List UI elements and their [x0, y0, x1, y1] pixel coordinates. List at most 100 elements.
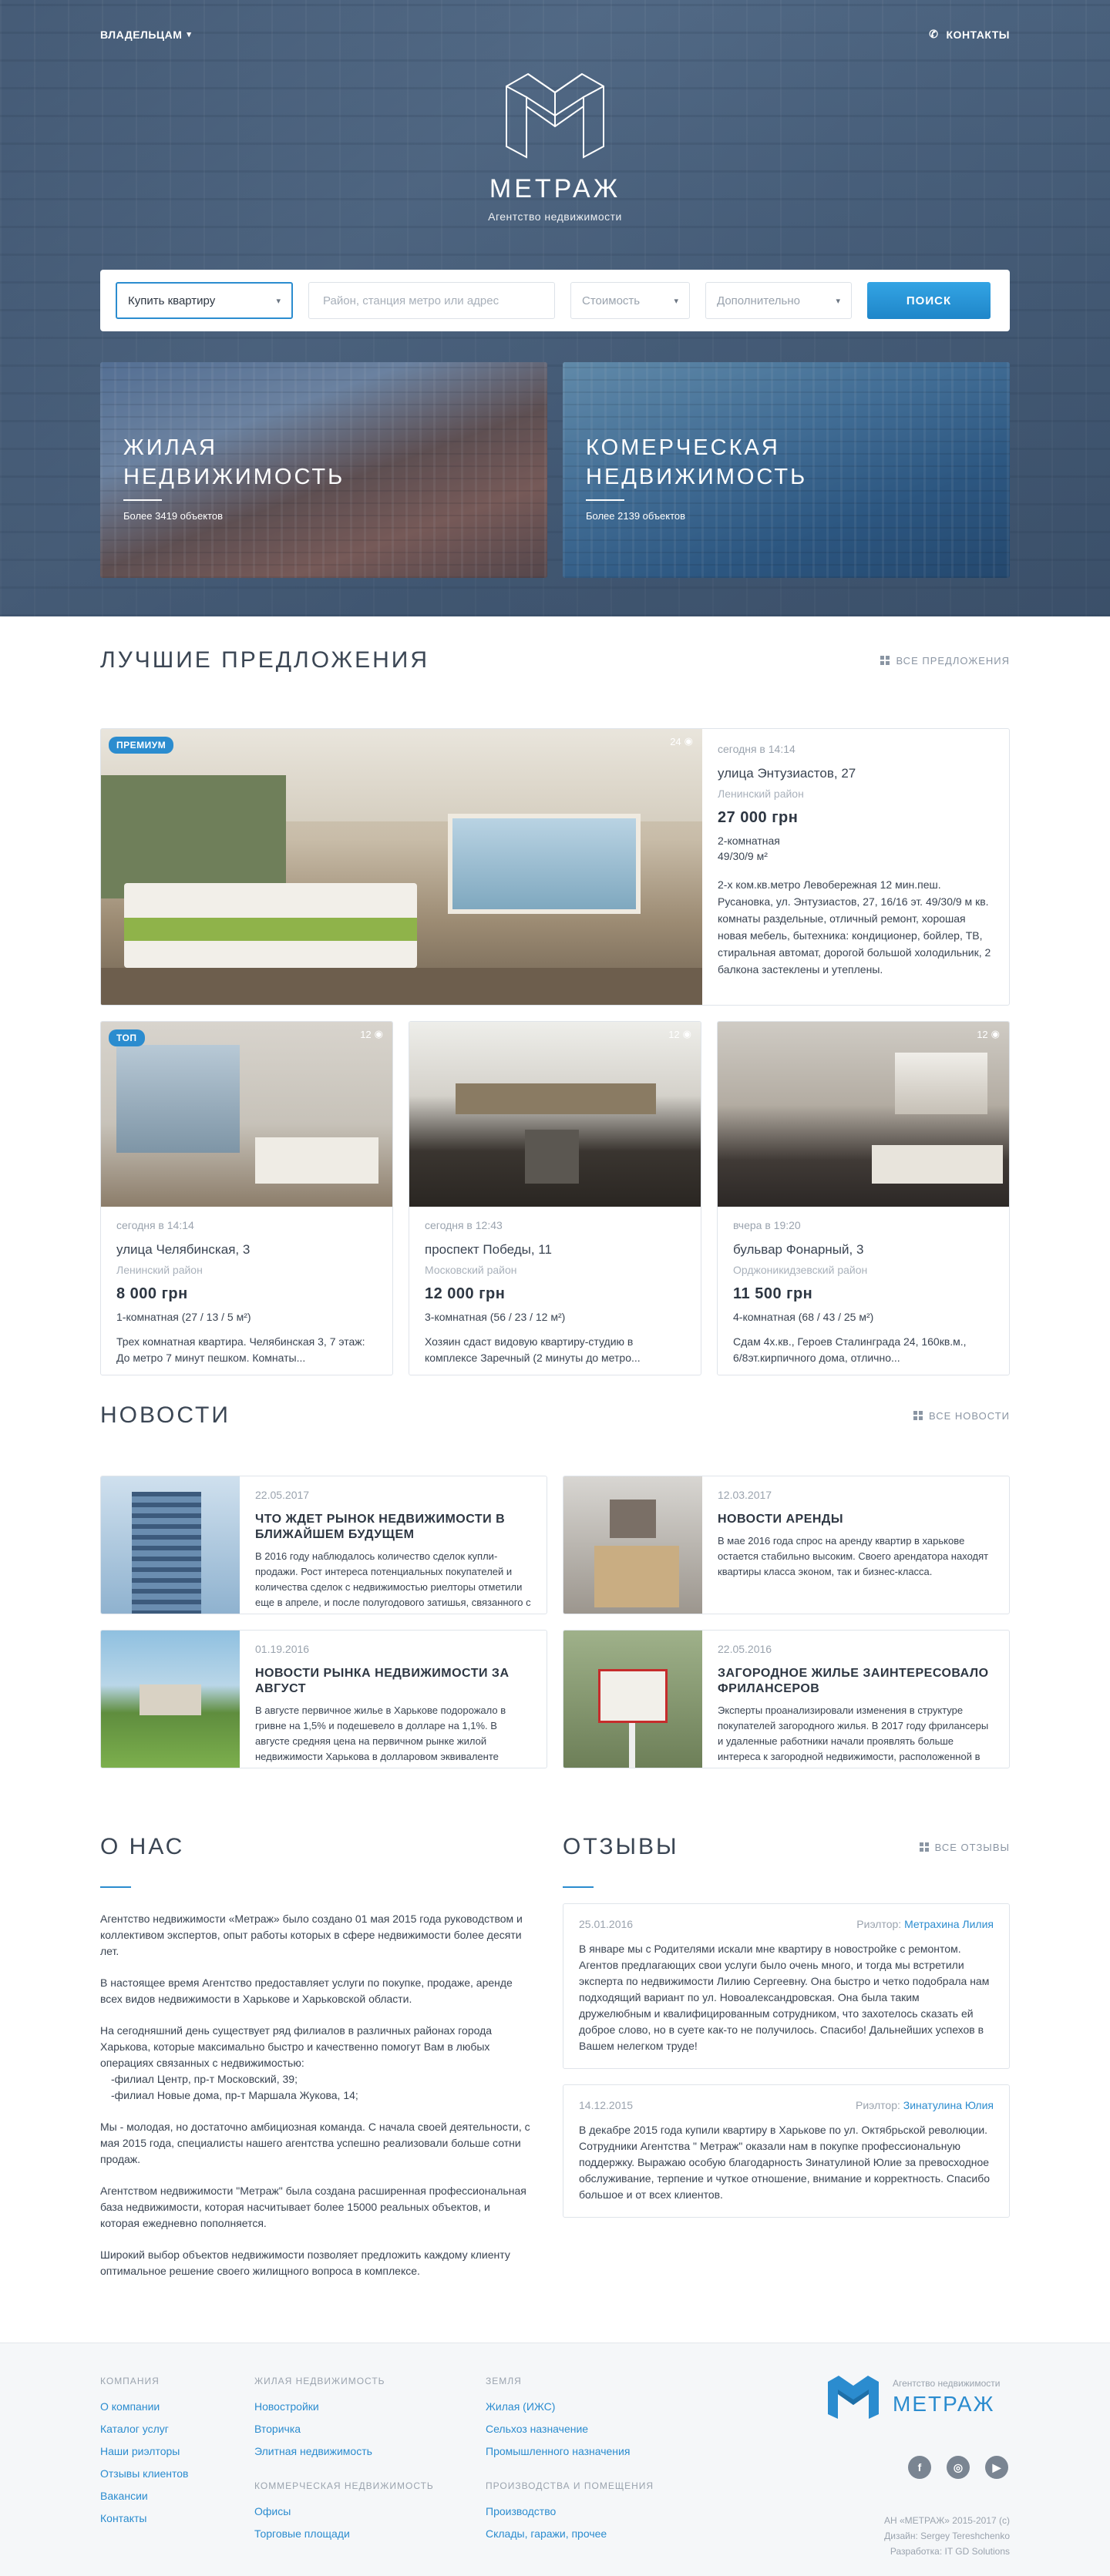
- category-count: Более 2139 объектов: [586, 510, 686, 522]
- footer-logo[interactable]: Агентство недвижимости МЕТРАЖ: [825, 2374, 1001, 2420]
- facebook-icon[interactable]: f: [908, 2456, 931, 2479]
- camera-icon: ◉: [991, 1028, 1000, 1039]
- footer-link[interactable]: О компании: [100, 2400, 188, 2413]
- house-model-photo: [563, 1476, 702, 1614]
- chevron-down-icon: ▾: [674, 296, 678, 306]
- offer-price: 27 000 грн: [718, 809, 799, 826]
- news-card[interactable]: 01.19.2016 НОВОСТИ РЫНКА НЕДВИЖИМОСТИ ЗА…: [100, 1630, 547, 1768]
- grid-icon: [880, 656, 890, 665]
- footer-production: ПРОИЗВОДСТВА И ПОМЕЩЕНИЯ Производство Ск…: [486, 2480, 654, 2540]
- extra-filters-select[interactable]: Дополнительно ▾: [705, 282, 852, 319]
- footer-link[interactable]: Склады, гаражи, прочее: [486, 2527, 654, 2540]
- footer-link[interactable]: Элитная недвижимость: [254, 2445, 385, 2457]
- offer-price: 12 000 грн: [425, 1285, 506, 1302]
- footer-company: КОМПАНИЯ О компании Каталог услуг Наши р…: [100, 2376, 189, 2524]
- review-date: 25.01.2016: [579, 1918, 634, 1930]
- owners-label: ВЛАДЕЛЬЦАМ: [100, 28, 183, 41]
- review-author-link[interactable]: Метрахина Лилия: [904, 1918, 994, 1930]
- news-title: НОВОСТИ АРЕНДЫ: [718, 1513, 843, 1526]
- offer-description: Трех комнатная квартира. Челябинская 3, …: [116, 1335, 365, 1364]
- news-text: В августе первичное жилье в Харькове под…: [255, 1704, 506, 1768]
- all-offers-link[interactable]: ВСЕ ПРЕДЛОЖЕНИЯ: [880, 655, 1010, 667]
- photo-count: 12 ◉: [977, 1028, 1000, 1040]
- all-reviews-link[interactable]: ВСЕ ОТЗЫВЫ: [919, 1842, 1010, 1853]
- footer-link[interactable]: Жилая (ИЖС): [486, 2400, 630, 2413]
- news-date: 12.03.2017: [718, 1489, 772, 1501]
- search-button[interactable]: ПОИСК: [867, 282, 991, 319]
- offer-price: 11 500 грн: [733, 1285, 813, 1302]
- offer-street: бульвар Фонарный, 3: [733, 1242, 864, 1257]
- chevron-down-icon: ▾: [836, 296, 840, 306]
- offer-rooms: 3-комнатная (56 / 23 / 12 м²): [425, 1311, 566, 1323]
- offer-card[interactable]: ТОП 12 ◉ сегодня в 14:14 улица Челябинска…: [100, 1021, 393, 1375]
- logo[interactable]: МЕТРАЖ Агентство недвижимости: [0, 69, 1110, 223]
- review-card: 14.12.2015 Риэлтор: Зинатулина Юлия В де…: [563, 2084, 1010, 2218]
- offer-card[interactable]: 12 ◉ вчера в 19:20 бульвар Фонарный, 3 Ор…: [717, 1021, 1010, 1375]
- review-date: 14.12.2015: [579, 2099, 634, 2111]
- footer-link[interactable]: Новостройки: [254, 2400, 385, 2413]
- credits: АН «МЕТРАЖ» 2015-2017 (с) Дизайн: Sergey…: [883, 2515, 1010, 2557]
- news-card[interactable]: 22.05.2016 ЗАГОРОДНОЕ ЖИЛЬЕ ЗАИНТЕРЕСОВА…: [563, 1630, 1010, 1768]
- footer-link[interactable]: Вторичка: [254, 2423, 385, 2435]
- news-section: НОВОСТИ ВСЕ НОВОСТИ 22.05.2017 ЧТО ЖДЕТ …: [0, 1402, 1110, 1834]
- news-text: Эксперты проанализировали изменения в ст…: [718, 1704, 989, 1768]
- section-title: НОВОСТИ: [100, 1402, 230, 1428]
- best-offers-section: ЛУЧШИЕ ПРЕДЛОЖЕНИЯ ВСЕ ПРЕДЛОЖЕНИЯ ПРЕМИ…: [0, 616, 1110, 1402]
- footer-land: ЗЕМЛЯ Жилая (ИЖС) Сельхоз назначение Про…: [486, 2376, 631, 2457]
- section-title: ЛУЧШИЕ ПРЕДЛОЖЕНИЯ: [100, 647, 430, 673]
- footer: КОМПАНИЯ О компании Каталог услуг Наши р…: [0, 2343, 1110, 2576]
- contacts-label: КОНТАКТЫ: [946, 28, 1010, 41]
- contacts-link[interactable]: ✆ КОНТАКТЫ: [929, 28, 1010, 41]
- offer-price: 8 000 грн: [116, 1285, 188, 1302]
- building-photo: [101, 1476, 240, 1614]
- offer-card[interactable]: 12 ◉ сегодня в 12:43 проспект Победы, 11 …: [409, 1021, 701, 1375]
- deal-type-select[interactable]: Купить квартиру ▾: [116, 282, 293, 319]
- footer-link[interactable]: Торговые площади: [254, 2527, 434, 2540]
- footer-link[interactable]: Производство: [486, 2505, 654, 2517]
- news-text: В мае 2016 года спрос на аренду квартир …: [718, 1535, 989, 1577]
- price-select[interactable]: Стоимость ▾: [570, 282, 690, 319]
- section-title: ОТЗЫВЫ: [563, 1834, 679, 1859]
- youtube-icon[interactable]: ▶: [985, 2456, 1008, 2479]
- offer-street: улица Челябинская, 3: [116, 1242, 251, 1257]
- photo-count: 12 ◉: [360, 1028, 383, 1040]
- owners-menu[interactable]: ВЛАДЕЛЬЦАМ ▾: [100, 29, 191, 41]
- top-badge: ТОП: [109, 1029, 145, 1046]
- footer-link[interactable]: Вакансии: [100, 2490, 188, 2502]
- reviews-block: ОТЗЫВЫ ВСЕ ОТЗЫВЫ 25.01.2016 Риэлтор: Ме…: [563, 1834, 1010, 2218]
- footer-link[interactable]: Отзывы клиентов: [100, 2467, 188, 2480]
- footer-link[interactable]: Контакты: [100, 2512, 188, 2524]
- footer-link[interactable]: Промышленного назначения: [486, 2445, 630, 2457]
- kitchen-photo: 12 ◉: [409, 1022, 701, 1207]
- category-cards: Жилая недвижимость Более 3419 объектов К…: [100, 362, 1010, 578]
- offer-street: проспект Победы, 11: [425, 1242, 552, 1257]
- footer-link[interactable]: Каталог услуг: [100, 2423, 188, 2435]
- offer-district: Ленинский район: [718, 788, 804, 800]
- all-news-link[interactable]: ВСЕ НОВОСТИ: [913, 1410, 1010, 1422]
- instagram-icon[interactable]: ◎: [947, 2456, 970, 2479]
- footer-link[interactable]: Наши риэлторы: [100, 2445, 188, 2457]
- offer-rooms: 1-комнатная (27 / 13 / 5 м²): [116, 1311, 251, 1323]
- category-title: Жилая недвижимость: [123, 435, 345, 489]
- footer-commercial: КОММЕРЧЕСКАЯ НЕДВИЖИМОСТЬ Офисы Торговые…: [254, 2480, 434, 2540]
- offer-info: сегодня в 14:14 улица Челябинская, 3 Лен…: [101, 1207, 392, 1375]
- country-house-photo: [101, 1631, 240, 1768]
- room-photo: ТОП 12 ◉: [101, 1022, 392, 1207]
- news-card[interactable]: 12.03.2017 НОВОСТИ АРЕНДЫ В мае 2016 год…: [563, 1476, 1010, 1614]
- location-search-input[interactable]: [308, 282, 555, 319]
- residential-category-card[interactable]: Жилая недвижимость Более 3419 объектов: [100, 362, 547, 578]
- footer-link[interactable]: Сельхоз назначение: [486, 2423, 630, 2435]
- news-date: 22.05.2016: [718, 1643, 772, 1655]
- offer-date: вчера в 19:20: [733, 1219, 801, 1231]
- commercial-category-card[interactable]: Комерческая недвижимость Более 2139 объе…: [563, 362, 1010, 578]
- search-bar: Купить квартиру ▾ Стоимость ▾ Дополнител…: [100, 270, 1010, 331]
- offer-district: Ленинский район: [116, 1264, 203, 1276]
- footer-link[interactable]: Офисы: [254, 2505, 434, 2517]
- category-title: Комерческая недвижимость: [586, 435, 808, 489]
- about-text: Агентство недвижимости «Метраж» было соз…: [100, 1913, 530, 2277]
- grid-icon: [913, 1411, 923, 1420]
- premium-offer-card[interactable]: ПРЕМИУМ 24 ◉ сегодня в 14:14 улица Энтуз…: [100, 728, 1010, 1006]
- about-block: О НАС Агентство недвижимости «Метраж» бы…: [100, 1834, 532, 2295]
- review-author-link[interactable]: Зинатулина Юлия: [903, 2099, 994, 2111]
- news-card[interactable]: 22.05.2017 ЧТО ЖДЕТ РЫНОК НЕДВИЖИМОСТИ В…: [100, 1476, 547, 1614]
